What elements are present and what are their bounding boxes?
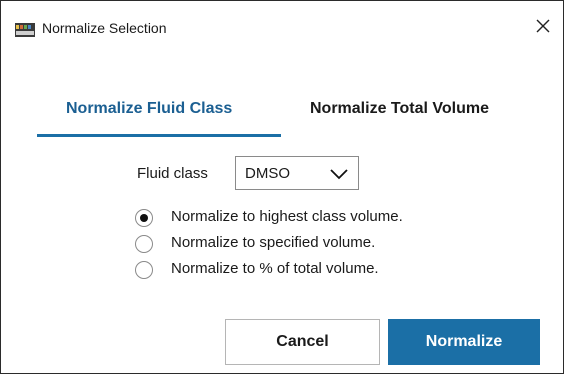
chevron-down-icon	[330, 167, 348, 180]
palette-icon	[15, 23, 35, 37]
close-button[interactable]	[529, 13, 557, 43]
radio-button[interactable]	[135, 261, 153, 279]
normalize-options: Normalize to highest class volume. Norma…	[135, 206, 465, 284]
tab-label: Normalize Total Volume	[310, 100, 489, 117]
tab-bar: Normalize Fluid Class Normalize Total Vo…	[37, 91, 537, 137]
radio-button[interactable]	[135, 209, 153, 227]
tab-label: Normalize Fluid Class	[66, 100, 233, 117]
option-specified-volume[interactable]: Normalize to specified volume.	[135, 232, 465, 258]
normalize-button[interactable]: Normalize	[388, 319, 540, 365]
fluid-class-label: Fluid class	[137, 165, 208, 182]
normalize-selection-dialog: Normalize Selection Normalize Fluid Clas…	[0, 0, 564, 374]
fluid-class-select[interactable]: DMSO	[235, 156, 359, 190]
window-title: Normalize Selection	[42, 20, 167, 36]
title-bar: Normalize Selection	[1, 1, 563, 59]
option-label: Normalize to % of total volume.	[171, 260, 379, 277]
option-label: Normalize to specified volume.	[171, 234, 376, 251]
tab-normalize-total-volume[interactable]: Normalize Total Volume	[281, 91, 537, 137]
tab-normalize-fluid-class[interactable]: Normalize Fluid Class	[37, 91, 281, 137]
option-label: Normalize to highest class volume.	[171, 208, 403, 225]
active-tab-indicator	[37, 134, 281, 137]
option-percent-total-volume[interactable]: Normalize to % of total volume.	[135, 258, 465, 284]
fluid-class-value: DMSO	[245, 165, 290, 182]
option-highest-class-volume[interactable]: Normalize to highest class volume.	[135, 206, 465, 232]
radio-button[interactable]	[135, 235, 153, 253]
cancel-button[interactable]: Cancel	[225, 319, 380, 365]
close-icon	[536, 19, 550, 38]
